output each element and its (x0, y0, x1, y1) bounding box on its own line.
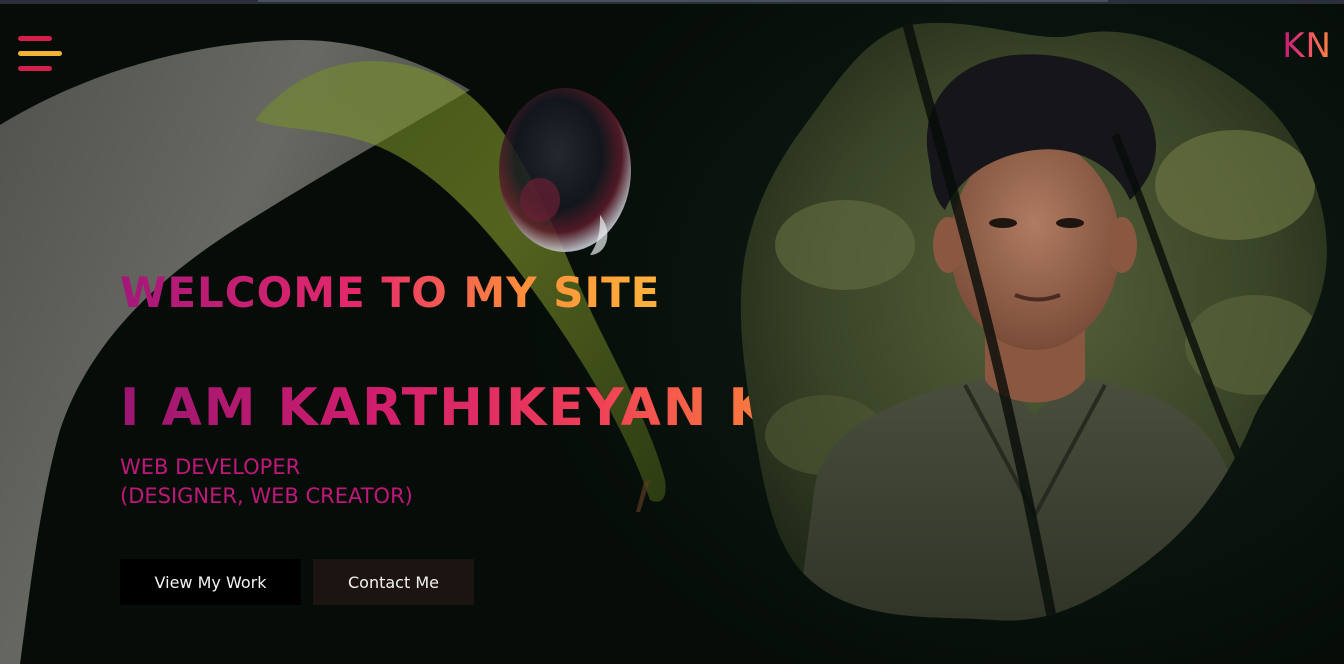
role-line-2: (DESIGNER, WEB CREATOR) (120, 484, 413, 508)
welcome-heading: WELCOME TO MY SITE (120, 268, 661, 317)
role-text: WEB DEVELOPER (DESIGNER, WEB CREATOR) (120, 453, 413, 511)
profile-portrait (740, 22, 1327, 621)
hero-page: KN WELCOME TO MY SITE I AM KARTHIKEYAN K… (0, 0, 1344, 664)
contact-me-button[interactable]: Contact Me (313, 559, 474, 605)
role-line-1: WEB DEVELOPER (120, 455, 301, 479)
view-my-work-button[interactable]: View My Work (120, 559, 301, 605)
hamburger-menu-icon[interactable] (18, 36, 64, 74)
